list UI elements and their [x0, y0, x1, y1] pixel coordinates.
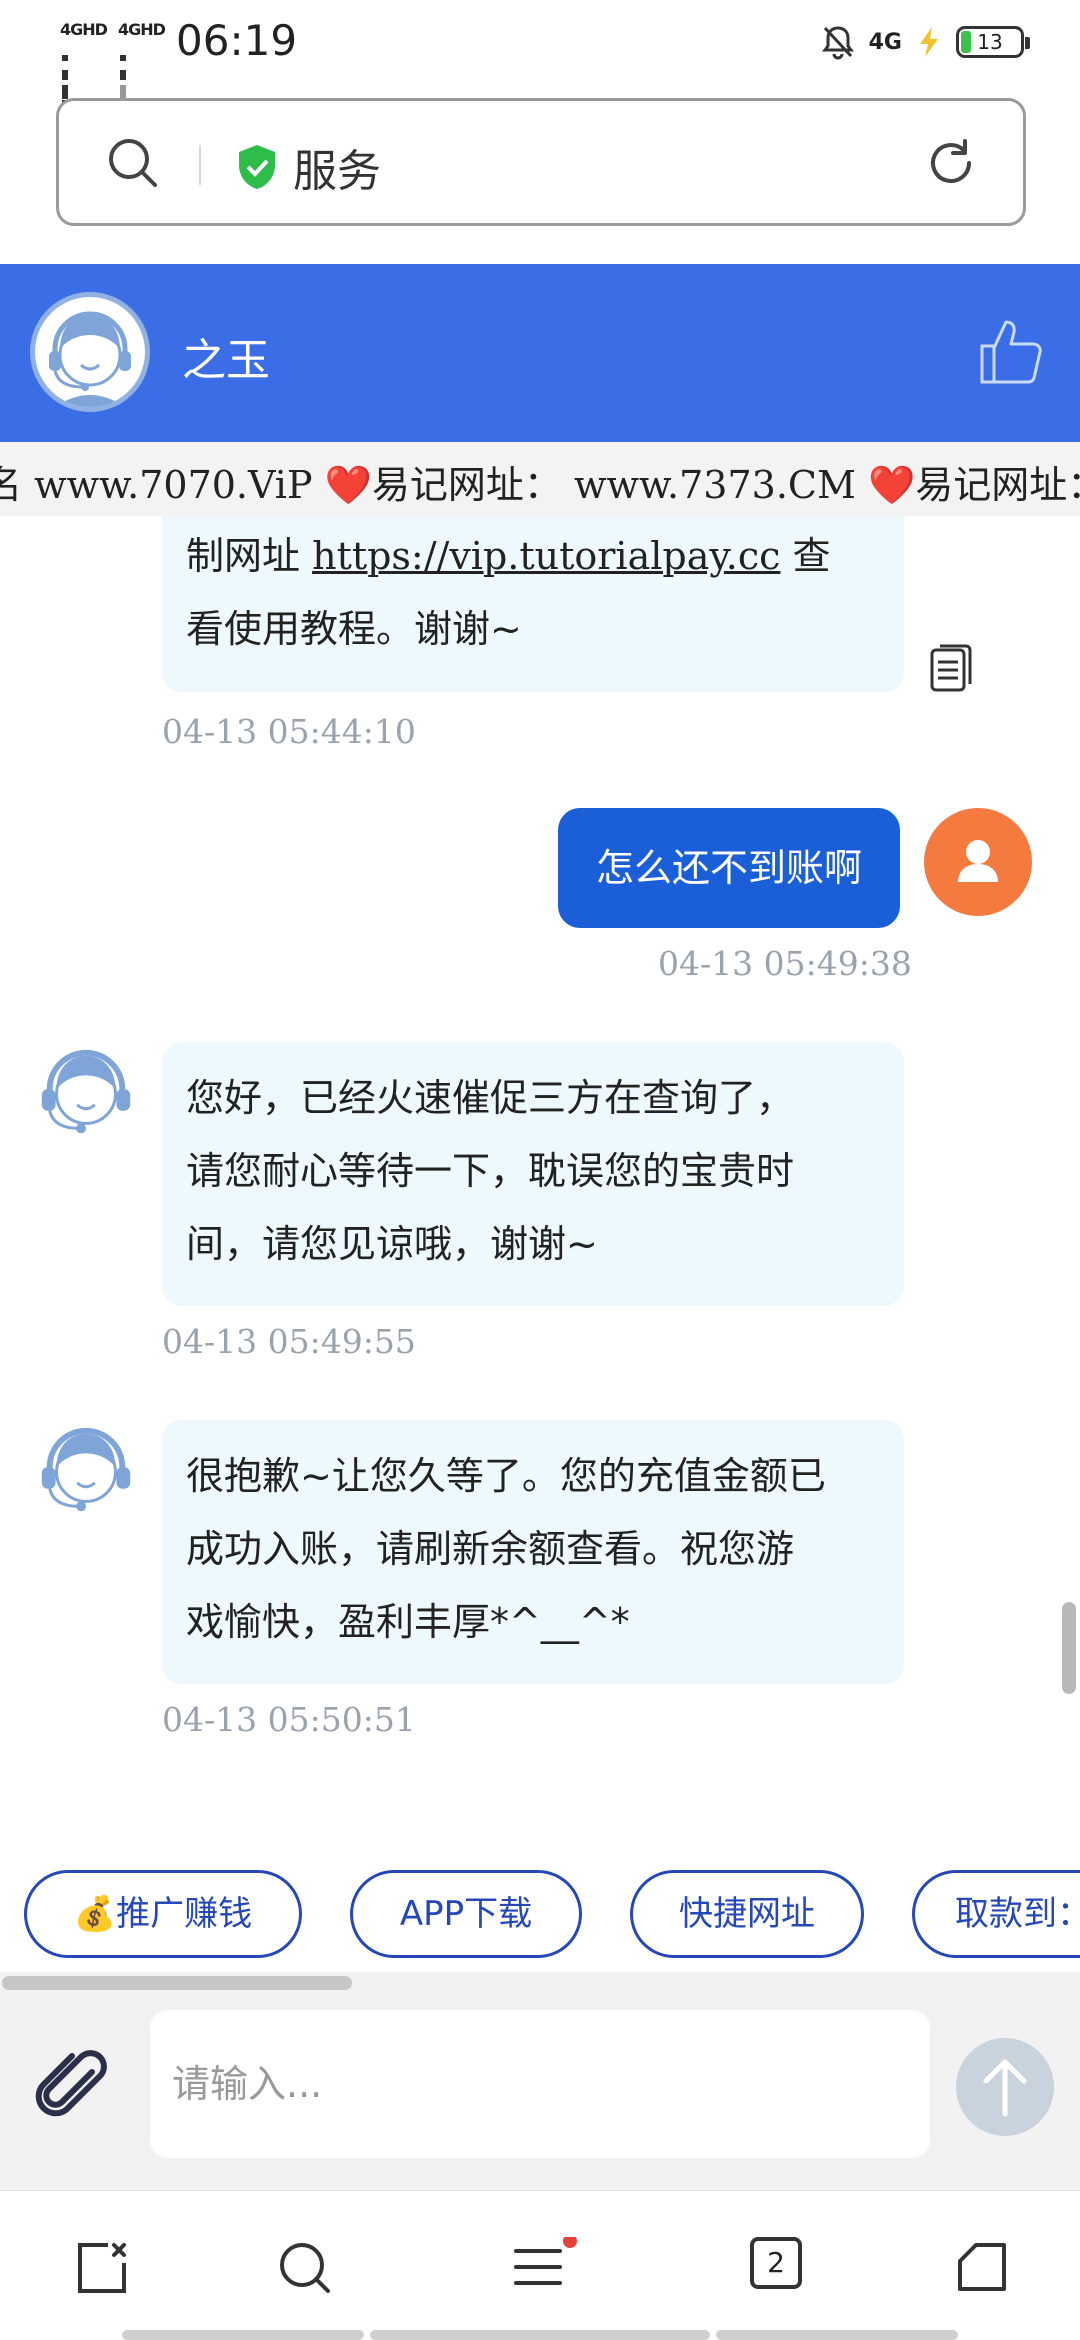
copy-document-icon[interactable]: [928, 642, 974, 694]
message-timestamp: 04-13 05:49:38: [658, 944, 912, 983]
gesture-indicator: [122, 2330, 364, 2340]
message-line: 制网址 https://vip.tutorialpay.cc 查: [186, 520, 880, 593]
message-line: 戏愉快，盈利丰厚*^__^*: [186, 1600, 630, 1644]
search-icon[interactable]: [105, 135, 161, 191]
message-timestamp: 04-13 05:49:55: [162, 1322, 416, 1361]
status-icons: 4G 13: [821, 22, 1030, 62]
user-message-bubble: 怎么还不到账啊: [558, 808, 900, 928]
headset-agent-icon: [41, 1427, 131, 1512]
browser-bottom-nav: 2: [0, 2190, 1080, 2340]
tabs-count: 2: [767, 2246, 785, 2279]
user-avatar: [924, 808, 1032, 916]
paperclip-icon[interactable]: [34, 2046, 114, 2126]
thumbs-up-icon[interactable]: [978, 316, 1044, 388]
gesture-indicator: [716, 2330, 958, 2340]
agent-message-bubble: 制网址 https://vip.tutorialpay.cc 查 看使用教程。谢…: [162, 516, 904, 692]
address-bar[interactable]: 服务: [56, 98, 1026, 226]
menu-icon[interactable]: [510, 2237, 580, 2297]
page-title: 服务: [293, 146, 381, 197]
money-bag-icon: 💰: [73, 1894, 117, 1934]
message-text: 制网址: [186, 534, 313, 578]
message-timestamp: 04-13 05:50:51: [162, 1700, 416, 1739]
chat-scrollbar[interactable]: [1062, 1602, 1076, 1694]
quick-url-button[interactable]: 快捷网址: [630, 1870, 864, 1958]
quick-actions-bar: 💰推广赚钱 APP下载 快捷网址 取款到：: [0, 1836, 1080, 1972]
gesture-indicator: [370, 2330, 710, 2340]
arrow-up-icon: [983, 2059, 1027, 2117]
agent-message-bubble: 很抱歉~让您久等了。您的充值金额已 成功入账，请刷新余额查看。祝您游 戏愉快，盈…: [162, 1420, 904, 1684]
search-icon[interactable]: [274, 2237, 334, 2297]
agent-message-bubble: 您好，已经火速催促三方在查询了， 请您耐心等待一下，耽误您的宝贵时 间，请您见谅…: [162, 1042, 904, 1306]
message-line: 间，请您见谅哦，谢谢~: [186, 1222, 598, 1266]
partial-message-text: 尊敬的贵宾您好，平台认证安全客户端，请下载安装使用客户端: [30, 1826, 1040, 1836]
divider: [199, 145, 201, 185]
message-timestamp: 04-13 05:44:10: [162, 712, 416, 751]
headset-agent-icon: [49, 311, 131, 407]
agent-name: 之玉: [182, 335, 270, 386]
promote-earn-button[interactable]: 💰推广赚钱: [24, 1870, 302, 1958]
marquee-text: 名 www.7070.ViP ❤️易记网址： www.7373.CM ❤️易记网…: [0, 463, 1080, 507]
message-line: 成功入账，请刷新余额查看。祝您游: [186, 1527, 795, 1571]
message-line: 您好，已经火速催促三方在查询了，: [186, 1076, 795, 1120]
message-text: 查: [780, 534, 831, 578]
status-bar: 4GHD 4GHD 06:19 4G 13: [0, 0, 1080, 118]
agent-avatar: [32, 1418, 140, 1526]
home-icon[interactable]: [952, 2237, 1012, 2297]
button-label: 推广赚钱: [116, 1894, 253, 1934]
battery-level: 13: [977, 30, 1003, 54]
message-input[interactable]: [150, 2010, 930, 2158]
quick-actions-scrollbar[interactable]: [0, 1972, 1080, 2000]
chat-messages[interactable]: 制网址 https://vip.tutorialpay.cc 查 看使用教程。谢…: [0, 516, 1080, 1836]
tutorial-link[interactable]: https://vip.tutorialpay.cc: [312, 534, 780, 578]
user-person-icon: [958, 840, 998, 882]
withdraw-button[interactable]: 取款到：: [912, 1870, 1080, 1958]
new-tab-close-icon[interactable]: [72, 2237, 132, 2297]
message-line: 很抱歉~让您久等了。您的充值金额已: [186, 1454, 826, 1498]
mute-bell-icon: [821, 26, 854, 60]
clock: 06:19: [176, 16, 298, 65]
signal-1-label: 4GHD: [60, 20, 108, 39]
battery-icon: 13: [956, 26, 1030, 58]
chat-header: 之玉: [0, 264, 1080, 442]
charging-icon: [920, 27, 938, 57]
network-type: 4G: [868, 29, 902, 55]
message-line: 请您耐心等待一下，耽误您的宝贵时: [186, 1149, 795, 1193]
tabs-button[interactable]: 2: [750, 2237, 802, 2289]
reload-icon[interactable]: [923, 135, 979, 191]
secure-shield-icon: [239, 145, 275, 189]
app-download-button[interactable]: APP下载: [350, 1870, 582, 1958]
signal-2-label: 4GHD: [118, 20, 166, 39]
agent-avatar: [30, 292, 150, 412]
headset-agent-icon: [41, 1049, 131, 1134]
send-button[interactable]: [956, 2038, 1054, 2136]
message-line: 看使用教程。谢谢~: [186, 607, 522, 651]
agent-avatar: [32, 1040, 140, 1148]
message-composer: [0, 2000, 1080, 2190]
announcement-marquee: 名 www.7070.ViP ❤️易记网址： www.7373.CM ❤️易记网…: [0, 442, 1080, 516]
